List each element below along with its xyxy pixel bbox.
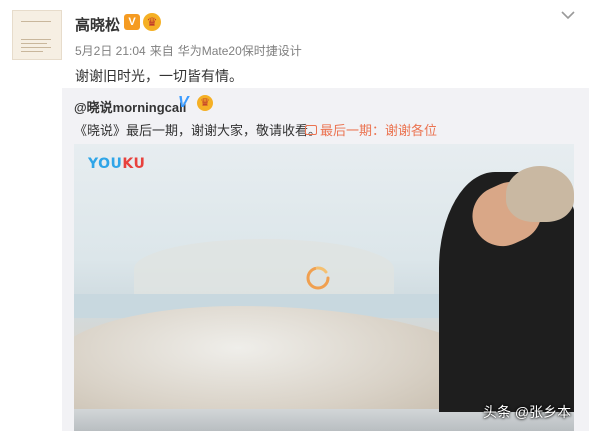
background-hill [134, 239, 394, 299]
post-text: 谢谢旧时光，一切皆有情。 [75, 68, 243, 84]
avatar-decoration [21, 51, 43, 52]
video-link-icon [305, 125, 317, 135]
avatar-decoration [21, 43, 47, 44]
repost-box: @晓说morningcall V ♛ 《晓说》最后一期，谢谢大家，敬请收看。 最… [62, 88, 589, 431]
post-source[interactable]: 华为Mate20保时捷设计 [178, 44, 302, 58]
post-time[interactable]: 5月2日 21:04 [75, 44, 146, 58]
crown-icon: ♛ [143, 13, 161, 31]
blue-verified-icon: V [178, 94, 189, 111]
video-player[interactable]: YOUKU [74, 144, 574, 431]
watermark: 头条 @张乡本 [483, 404, 572, 420]
author-name[interactable]: 高晓松 [75, 14, 120, 35]
repost-user-link[interactable]: @晓说morningcall [74, 97, 186, 116]
youku-logo-part1: YOU [88, 156, 123, 172]
avatar-decoration [21, 21, 51, 22]
avatar-decoration [21, 47, 51, 48]
source-prefix: 来自 [149, 44, 174, 58]
chevron-down-icon[interactable] [560, 8, 576, 22]
video-link[interactable]: 最后一期：谢谢各位 [305, 120, 437, 139]
youku-logo-part2: KU [122, 156, 146, 172]
repost-text: 《晓说》最后一期，谢谢大家，敬请收看。 [74, 123, 322, 138]
avatar[interactable] [12, 10, 62, 60]
avatar-decoration [21, 39, 51, 40]
post-meta: 5月2日 21:04 来自 华为Mate20保时捷设计 [75, 42, 306, 59]
verified-badge-icon: V [124, 14, 140, 30]
youku-logo: YOUKU [88, 156, 145, 172]
loading-spinner-icon [306, 266, 330, 290]
person-hat [506, 166, 574, 222]
crown-icon: ♛ [197, 95, 213, 111]
video-link-label: 最后一期：谢谢各位 [320, 123, 438, 138]
